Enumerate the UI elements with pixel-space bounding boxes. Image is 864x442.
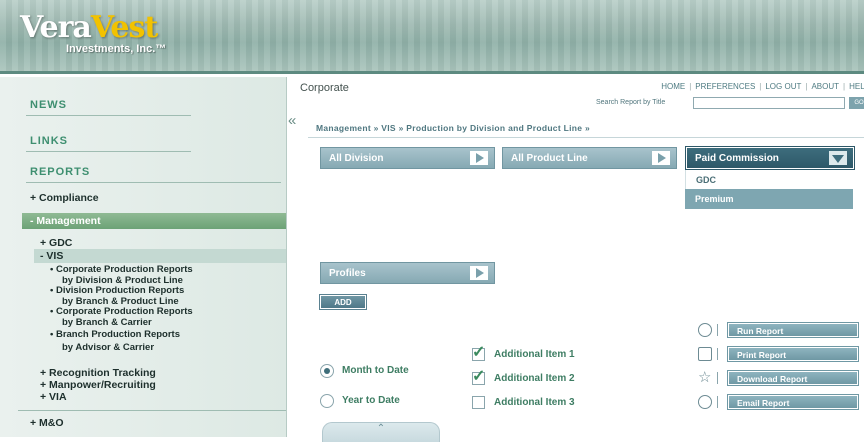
email-circle-icon bbox=[698, 395, 712, 409]
checkmark-icon: ✓ bbox=[472, 368, 486, 385]
commission-dropdown[interactable]: Paid Commission bbox=[685, 146, 855, 170]
division-dropdown[interactable]: All Division bbox=[320, 147, 495, 169]
expand-panel-tab[interactable]: ⌃ bbox=[322, 422, 440, 442]
additional-item-1-label: Additional Item 1 bbox=[494, 349, 575, 360]
sidebar-item-links[interactable]: LINKS bbox=[30, 135, 68, 147]
tree-gdc[interactable]: + GDC bbox=[40, 237, 72, 249]
profiles-dropdown-label: Profiles bbox=[329, 268, 366, 279]
reports-divider bbox=[26, 182, 281, 183]
report-link-line: • Division Production Reports bbox=[50, 285, 185, 296]
division-dropdown-label: All Division bbox=[329, 153, 384, 164]
tree-via[interactable]: + VIA bbox=[40, 391, 67, 403]
tree-mo[interactable]: + M&O bbox=[30, 417, 64, 429]
report-link-branch-advisor[interactable]: • Branch Production Reports by Advisor &… bbox=[50, 329, 270, 353]
checkbox-icon bbox=[472, 396, 485, 409]
breadcrumb: Management » VIS » Production by Divisio… bbox=[316, 123, 590, 133]
sidebar-item-reports[interactable]: REPORTS bbox=[30, 166, 90, 178]
separator bbox=[717, 396, 718, 408]
report-link-corp-carrier[interactable]: • Corporate Production Reports by Branch… bbox=[50, 306, 270, 328]
report-link-line: • Branch Production Reports bbox=[50, 329, 181, 340]
search-go-button[interactable]: GO bbox=[849, 97, 864, 109]
print-square-icon bbox=[698, 347, 712, 361]
add-profile-button[interactable]: ADD bbox=[319, 294, 367, 310]
run-report-button[interactable]: Run Report bbox=[727, 322, 859, 338]
year-to-date-label: Year to Date bbox=[342, 395, 400, 406]
top-navigation: HOME|PREFERENCES|LOG OUT|ABOUT|HELP bbox=[661, 82, 864, 91]
tree-vis[interactable]: - VIS bbox=[40, 250, 63, 262]
download-report-button[interactable]: Download Report bbox=[727, 370, 859, 386]
logo-wordmark: VeraVest bbox=[20, 10, 158, 45]
vis-highlight bbox=[34, 249, 286, 263]
search-label: Search Report by Title bbox=[596, 99, 666, 106]
commission-option-premium[interactable]: Premium bbox=[685, 189, 853, 209]
star-icon: ☆ bbox=[698, 369, 712, 386]
radio-selected-icon bbox=[320, 364, 334, 378]
page-title: Corporate bbox=[300, 82, 349, 94]
sidebar: NEWS LINKS REPORTS + Compliance - Manage… bbox=[0, 77, 287, 437]
commission-option-gdc[interactable]: GDC bbox=[685, 170, 853, 190]
search-input[interactable] bbox=[693, 97, 845, 109]
news-divider bbox=[26, 115, 191, 116]
month-to-date-label: Month to Date bbox=[342, 365, 409, 376]
nav-about-link[interactable]: ABOUT bbox=[811, 82, 839, 91]
tree-compliance[interactable]: + Compliance bbox=[30, 192, 99, 204]
checkmark-icon: ✓ bbox=[472, 344, 486, 361]
report-link-division-branch[interactable]: • Division Production Reports by Branch … bbox=[50, 285, 270, 307]
tree-divider bbox=[18, 410, 286, 411]
chevron-up-icon: ⌃ bbox=[376, 423, 386, 434]
veravest-logo[interactable]: VeraVest Investments, Inc.™ bbox=[20, 10, 166, 55]
tree-recognition-tracking[interactable]: + Recognition Tracking bbox=[40, 367, 156, 379]
print-report-button[interactable]: Print Report bbox=[727, 346, 859, 362]
play-arrow-icon bbox=[652, 151, 670, 165]
profiles-dropdown[interactable]: Profiles bbox=[320, 262, 495, 284]
additional-item-3-label: Additional Item 3 bbox=[494, 397, 575, 408]
sidebar-item-news[interactable]: NEWS bbox=[30, 99, 67, 111]
report-link-line: by Advisor & Carrier bbox=[62, 342, 155, 353]
email-report-button[interactable]: Email Report bbox=[727, 394, 859, 410]
product-line-dropdown[interactable]: All Product Line bbox=[502, 147, 677, 169]
play-arrow-icon bbox=[470, 151, 488, 165]
commission-dropdown-label: Paid Commission bbox=[695, 153, 779, 164]
report-link-line: • Corporate Production Reports bbox=[50, 306, 193, 317]
tree-manpower-recruiting[interactable]: + Manpower/Recruiting bbox=[40, 379, 156, 391]
play-arrow-icon bbox=[470, 266, 488, 280]
product-line-dropdown-label: All Product Line bbox=[511, 153, 588, 164]
separator bbox=[717, 348, 718, 360]
radio-empty-icon bbox=[320, 394, 334, 408]
main-panel: Corporate HOME | PREFERENCES | LOG OUT | ABOUT… bbox=[296, 77, 864, 442]
nav-logout-link[interactable]: LOG OUT bbox=[765, 82, 801, 91]
nav-home-link[interactable]: HOME bbox=[661, 82, 685, 91]
report-link-corp-division[interactable]: • Corporate Production Reports by Divisi… bbox=[50, 264, 270, 286]
nav-help-link[interactable]: HELP bbox=[849, 82, 864, 91]
separator bbox=[717, 372, 718, 384]
tree-management[interactable]: - Management bbox=[22, 213, 286, 229]
chevron-down-icon bbox=[829, 151, 847, 165]
breadcrumb-divider bbox=[308, 137, 864, 138]
header-banner: VeraVest Investments, Inc.™ bbox=[0, 0, 864, 74]
separator bbox=[717, 324, 718, 336]
report-link-line: • Corporate Production Reports bbox=[50, 264, 193, 275]
links-divider bbox=[26, 151, 191, 152]
run-circle-icon bbox=[698, 323, 712, 337]
additional-item-2-label: Additional Item 2 bbox=[494, 373, 575, 384]
checkbox-icon: ✓ bbox=[472, 344, 485, 361]
logo-subtitle: Investments, Inc.™ bbox=[66, 43, 167, 55]
report-link-line: by Branch & Carrier bbox=[62, 317, 152, 328]
nav-preferences-link[interactable]: PREFERENCES bbox=[695, 82, 755, 91]
checkbox-icon: ✓ bbox=[472, 368, 485, 385]
